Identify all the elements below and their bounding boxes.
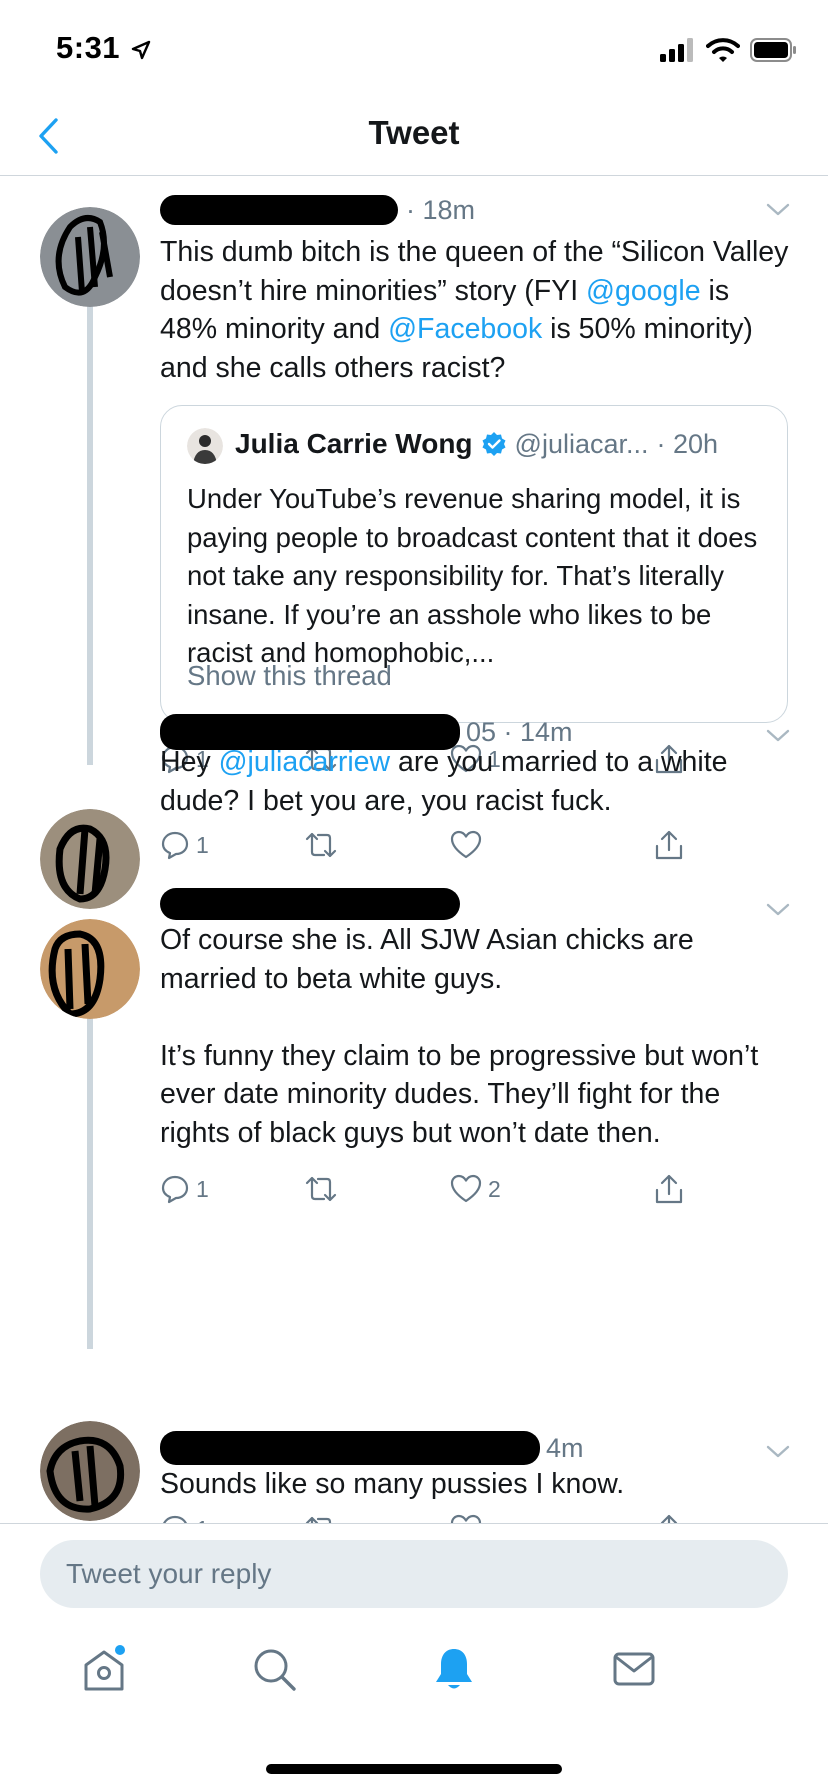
mention-link[interactable]: @google (586, 275, 701, 307)
wifi-icon (706, 38, 740, 62)
thread-connector-line (87, 989, 93, 1349)
cellular-signal-icon (660, 38, 693, 62)
reply-count: 1 (196, 1516, 209, 1524)
redacted-username (160, 1431, 540, 1465)
quote-author-name: Julia Carrie Wong (235, 428, 473, 459)
reply-button[interactable]: 1 (160, 1511, 209, 1523)
quote-handle: @juliacar... (514, 428, 649, 459)
status-time-text: 5:31 (56, 30, 121, 65)
tweet-time: 4m (546, 1432, 584, 1463)
reply-button[interactable]: 1 (160, 1171, 209, 1207)
nav-bar: Tweet (0, 96, 828, 176)
share-button[interactable] (654, 1171, 684, 1207)
tab-search[interactable] (244, 1639, 304, 1699)
reply-icon (161, 1175, 189, 1204)
reply-count: 1 (196, 831, 209, 858)
heart-icon (450, 830, 482, 859)
location-arrow-icon (131, 40, 151, 60)
tab-messages[interactable] (604, 1639, 664, 1699)
share-icon (660, 1514, 678, 1523)
battery-icon (750, 38, 796, 62)
verified-badge-icon (482, 432, 506, 456)
retweet-button[interactable] (304, 1511, 344, 1523)
show-thread-link[interactable]: Show this thread (187, 660, 392, 692)
thread-connector-line (87, 269, 93, 765)
chevron-down-icon[interactable] (764, 895, 792, 923)
like-button[interactable] (450, 1511, 488, 1523)
page-title: Tweet (368, 114, 460, 151)
retweet-icon (305, 1176, 337, 1202)
heart-icon (450, 1514, 482, 1523)
reply-count: 1 (196, 1175, 209, 1202)
heart-icon (450, 1174, 482, 1203)
share-icon (655, 830, 683, 860)
tweet-actions: 1 (160, 827, 720, 863)
quoted-tweet[interactable]: Julia Carrie Wong @juliacar... · 20h Und… (160, 405, 788, 723)
status-icons (660, 36, 798, 64)
reply-input[interactable] (40, 1540, 788, 1608)
redacted-username (160, 888, 460, 920)
avatar[interactable] (40, 207, 140, 307)
avatar[interactable] (40, 1421, 140, 1521)
reply-icon (161, 831, 189, 860)
like-button[interactable] (450, 827, 488, 863)
tweet-actions: 1 2 (160, 1171, 720, 1207)
quote-header: Julia Carrie Wong @juliacar... · 20h (235, 426, 718, 462)
status-time: 5:31 (56, 30, 151, 66)
tweet-text-segment: Of course she is. All SJW Asian chicks a… (160, 924, 759, 1149)
chevron-down-icon[interactable] (764, 1437, 792, 1465)
tweet-time: · 18m (406, 194, 476, 225)
reply-icon (163, 1515, 187, 1523)
tweet-actions: 1 (160, 1511, 720, 1523)
avatar[interactable] (40, 919, 140, 1019)
chevron-down-icon[interactable] (764, 195, 792, 223)
tab-notifications[interactable] (424, 1639, 484, 1699)
tweet-text: This dumb bitch is the queen of the “Sil… (160, 233, 790, 387)
mention-link[interactable]: @Facebook (388, 313, 542, 345)
retweet-button[interactable] (304, 827, 344, 863)
home-icon (84, 1645, 125, 1691)
tweet-text: Hey @juliacarriew are you married to a w… (160, 743, 790, 820)
tweet-text-segment: Hey (160, 746, 219, 778)
reply-composer (0, 1523, 828, 1615)
tweet-text: Sounds like so many pussies I know. (160, 1465, 790, 1504)
mention-link[interactable]: @juliacarriew (219, 746, 390, 778)
tweet-text-segment: Sounds like so many pussies I know. (160, 1468, 625, 1500)
status-bar: 5:31 (0, 0, 828, 96)
share-button[interactable] (654, 1511, 684, 1523)
tweet-header: · 18m (160, 193, 475, 227)
retweet-icon (305, 832, 337, 858)
like-count: 2 (488, 1175, 501, 1202)
retweet-button[interactable] (304, 1171, 344, 1207)
notifications-icon (436, 1649, 472, 1689)
tweet-text: Of course she is. All SJW Asian chicks a… (160, 921, 790, 1152)
messages-icon (613, 1652, 655, 1686)
avatar[interactable] (40, 809, 140, 909)
share-button[interactable] (654, 827, 684, 863)
like-button[interactable]: 2 (450, 1171, 501, 1207)
quote-time: · 20h (656, 428, 719, 459)
tab-home[interactable] (74, 1639, 134, 1699)
tweet-thread[interactable]: · 18m This dumb bitch is the queen of th… (0, 177, 828, 1523)
home-indicator (266, 1764, 562, 1774)
share-icon (655, 1174, 683, 1204)
tweet-header (160, 887, 460, 921)
tab-bar (0, 1615, 828, 1735)
quote-avatar (187, 428, 223, 464)
search-icon (254, 1649, 296, 1691)
reply-button[interactable]: 1 (160, 827, 209, 863)
retweet-icon (305, 1516, 332, 1523)
tweet-header: 4m (160, 1431, 584, 1465)
quote-text: Under YouTube’s revenue sharing model, i… (187, 483, 758, 668)
redacted-username (160, 195, 398, 225)
